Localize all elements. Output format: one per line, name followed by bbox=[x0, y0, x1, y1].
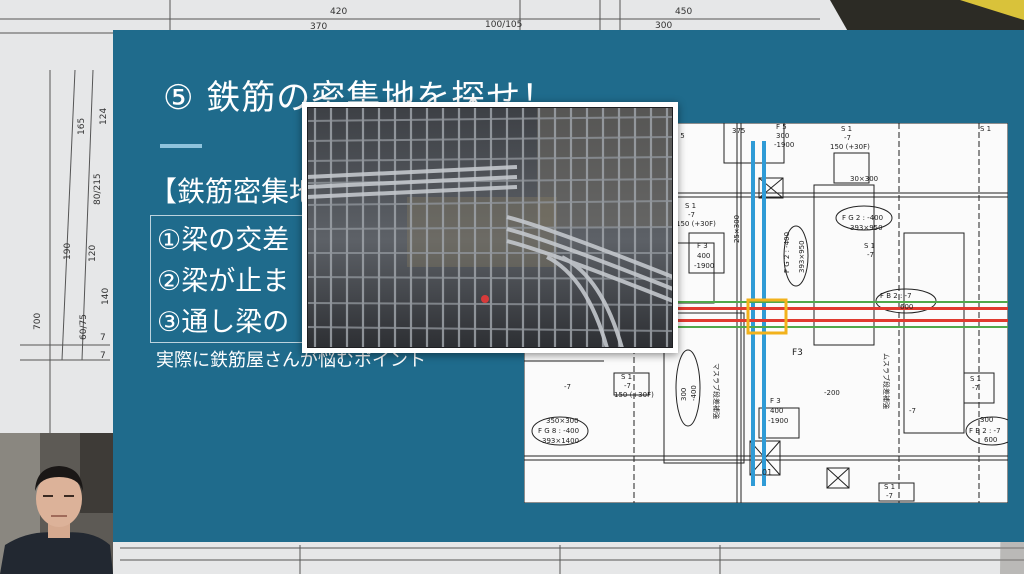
plan-label: -7 bbox=[886, 492, 893, 500]
plan-label: S 1 bbox=[980, 125, 991, 133]
plan-label: -7 bbox=[624, 382, 631, 390]
plan-label: F G 2 : -400 bbox=[783, 232, 791, 273]
plan-label: 400 bbox=[770, 407, 783, 415]
plan-label: -1900 bbox=[694, 262, 714, 270]
dimension-top-100-105: 100/105 bbox=[485, 20, 522, 30]
plan-label: -1900 bbox=[768, 417, 788, 425]
plan-label: 393×1400 bbox=[542, 437, 579, 445]
plan-label: 600 bbox=[900, 303, 913, 311]
plan-label: S 1 bbox=[621, 373, 632, 381]
dimension-left-80-215: 80/215 bbox=[93, 173, 103, 205]
plan-label: 393×950 bbox=[850, 224, 883, 232]
plan-label: -7 bbox=[972, 384, 979, 392]
plan-label: 150 (+30F) bbox=[676, 220, 716, 228]
plan-label: 01 bbox=[762, 468, 772, 477]
point-2: ②梁が止ま bbox=[157, 266, 290, 297]
plan-label: 300 bbox=[776, 132, 789, 140]
dimension-top-420: 420 bbox=[330, 7, 347, 17]
slide-subheading: 【鉄筋密集地 bbox=[149, 175, 318, 208]
dimension-left-7b: 7 bbox=[100, 351, 106, 361]
dimension-left-140: 140 bbox=[101, 288, 111, 305]
plan-label: 400 bbox=[697, 252, 710, 260]
plan-label: 25×300 bbox=[733, 215, 741, 243]
dimension-left-60-75: 60/75 bbox=[79, 314, 89, 340]
plan-label: -7 bbox=[844, 134, 851, 142]
plan-label: S 1 bbox=[864, 242, 875, 250]
plan-label: F 3 bbox=[697, 242, 708, 250]
plan-label: マスラブ段差補強 bbox=[712, 363, 721, 419]
plan-label: ムスラブ段差補強 bbox=[882, 353, 891, 409]
dimension-left-165: 165 bbox=[77, 118, 87, 135]
plan-label: S 1 bbox=[841, 125, 852, 133]
plan-label: S 1 bbox=[685, 202, 696, 210]
plan-label: F B 2 : -7 bbox=[880, 292, 912, 300]
plan-label: S 1 bbox=[970, 375, 981, 383]
plan-label: F 5 bbox=[776, 123, 787, 131]
dimension-left-7a: 7 bbox=[100, 333, 106, 343]
dimension-left-190: 190 bbox=[63, 243, 73, 260]
plan-label: -7 bbox=[564, 383, 571, 391]
point-1: ①梁の交差 bbox=[157, 225, 290, 256]
plan-label: F G 2 : -400 bbox=[842, 214, 883, 222]
rebar-cage-photo bbox=[307, 107, 673, 348]
plan-label: 393×950 bbox=[798, 240, 806, 273]
presenter-webcam bbox=[0, 433, 113, 574]
dimension-top-450: 450 bbox=[675, 7, 692, 17]
plan-label: -200 bbox=[824, 389, 840, 397]
dimension-left-120: 120 bbox=[88, 245, 98, 262]
dimension-left-700: 700 bbox=[33, 313, 43, 330]
plan-label: 350×300 bbox=[546, 417, 579, 425]
plan-label: F G 8 : -400 bbox=[538, 427, 579, 435]
plan-label: F B 2 : -7 bbox=[969, 427, 1001, 435]
plan-label: 150 (+30F) bbox=[614, 391, 654, 399]
plan-label: F3 bbox=[792, 348, 803, 358]
point-3: ③通し梁の bbox=[157, 307, 290, 338]
title-accent-line bbox=[160, 144, 202, 148]
plan-label: 300 bbox=[980, 416, 993, 424]
plan-label: 600 bbox=[984, 436, 997, 444]
plan-label: -400 bbox=[690, 385, 698, 401]
plan-label: 375 bbox=[732, 127, 745, 135]
rebar-photo-frame bbox=[302, 102, 678, 353]
plan-label: S 1 bbox=[884, 483, 895, 491]
plan-label: F 3 bbox=[770, 397, 781, 405]
plan-label: -7 bbox=[909, 407, 916, 415]
plan-label: 150 (+30F) bbox=[830, 143, 870, 151]
plan-label: -7 bbox=[688, 211, 695, 219]
plan-label: 300 bbox=[680, 388, 688, 401]
dimension-left-124: 124 bbox=[99, 108, 109, 125]
plan-label: -1900 bbox=[774, 141, 794, 149]
plan-label: -7 bbox=[867, 251, 874, 259]
plan-label: 30×300 bbox=[850, 175, 878, 183]
